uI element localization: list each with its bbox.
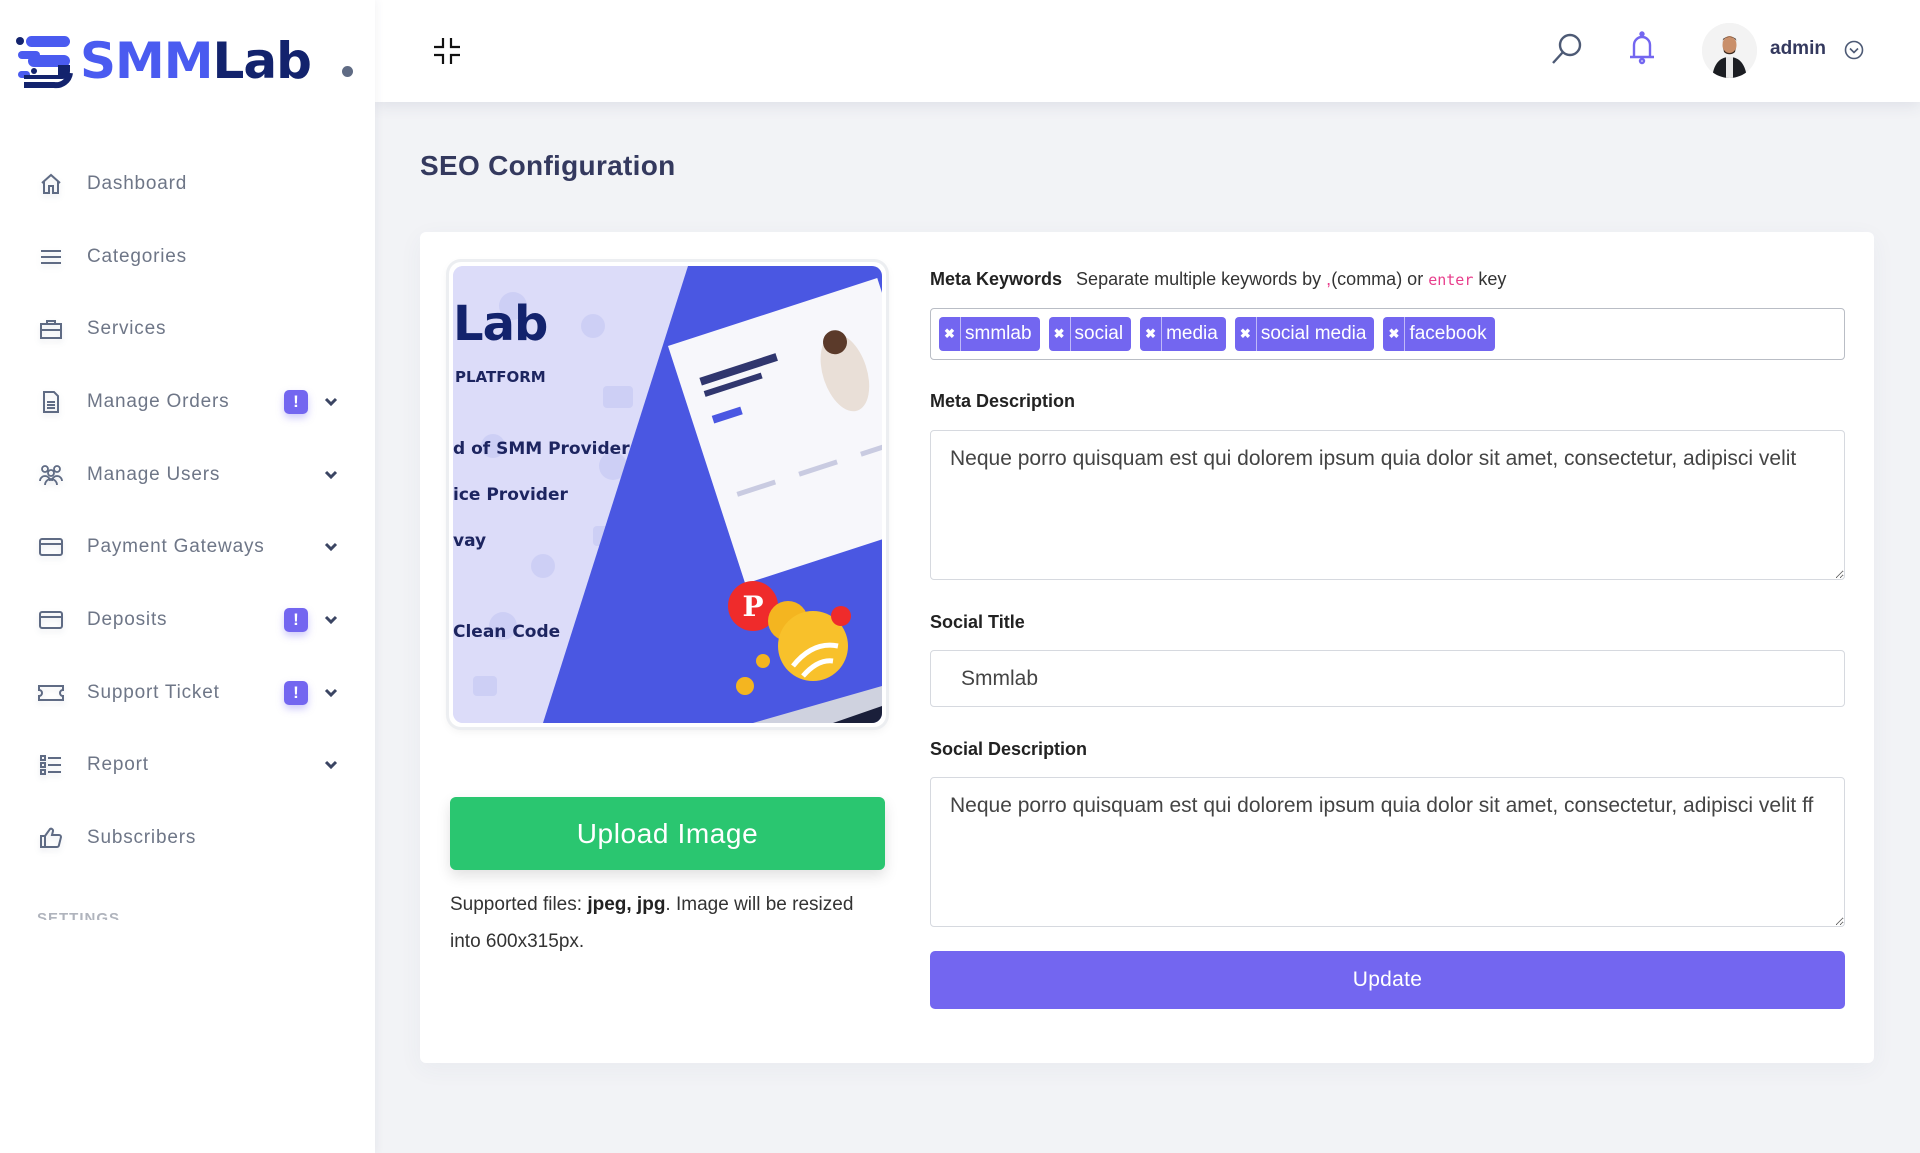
sidebar-item-label: Manage Users (87, 464, 221, 485)
sidebar-item-label: Payment Gateways (87, 536, 265, 557)
brand-name-part1: SMM (80, 32, 214, 90)
sidebar-item-label: Manage Orders (87, 391, 230, 412)
keyword-tag: ✖ media (1140, 317, 1226, 351)
keyword-tag: ✖ smmlab (939, 317, 1040, 351)
upload-image-button[interactable]: Upload Image (450, 797, 885, 870)
meta-keywords-label-text: Meta Keywords (930, 269, 1063, 289)
preview-line: PLATFORM (455, 368, 546, 386)
sidebar-toggle-dot[interactable] (342, 66, 353, 77)
sidebar-item-manage-users[interactable]: Manage Users (0, 450, 375, 500)
remove-tag-icon[interactable]: ✖ (1049, 317, 1071, 351)
help-prefix: Supported files: (450, 894, 588, 915)
sidebar-item-label: Deposits (87, 609, 168, 630)
brand-logo[interactable]: SMMLab (14, 26, 312, 96)
sidebar-item-report[interactable]: Report (0, 740, 375, 790)
remove-tag-icon[interactable]: ✖ (1235, 317, 1257, 351)
sidebar-item-services[interactable]: Services (0, 304, 375, 354)
meta-keywords-hint: Separate multiple keywords by ,(comma) o… (1076, 269, 1506, 289)
meta-description-textarea[interactable]: Neque porro quisquam est qui dolorem ips… (930, 430, 1845, 580)
hint-suffix: key (1473, 269, 1507, 289)
notification-bell-icon[interactable] (1627, 31, 1657, 65)
search-icon[interactable] (1550, 32, 1584, 66)
page-title: SEO Configuration (420, 150, 676, 181)
image-preview: P Lab PLATFORM d of SMM Provider ice Pro… (449, 262, 886, 727)
sidebar: SMMLab Dashboard Categories Services Man… (0, 0, 375, 1153)
alert-badge: ! (284, 608, 308, 632)
chevron-down-icon[interactable] (322, 684, 340, 702)
hint-middle: (comma) or (1331, 269, 1429, 289)
chevron-down-icon[interactable] (322, 393, 340, 411)
sidebar-item-label: Services (87, 318, 167, 339)
upload-help-text: Supported files: jpeg, jpg. Image will b… (450, 886, 870, 960)
meta-keywords-label: Meta Keywords Separate multiple keywords … (930, 269, 1506, 290)
remove-tag-icon[interactable]: ✖ (1140, 317, 1163, 351)
sidebar-item-label: Dashboard (87, 173, 188, 194)
keyword-tag: ✖ social (1048, 317, 1132, 351)
hint-prefix: Separate multiple keywords by (1076, 269, 1327, 289)
sidebar-item-deposits[interactable]: Deposits ! (0, 595, 375, 645)
avatar[interactable] (1702, 23, 1757, 78)
social-title-label: Social Title (930, 612, 1025, 632)
list-icon (38, 752, 64, 778)
sidebar-item-subscribers[interactable]: Subscribers (0, 813, 375, 863)
preview-line: ice Provider (453, 485, 568, 505)
chevron-down-icon[interactable] (322, 611, 340, 629)
menu-lines-icon (38, 244, 64, 270)
chevron-down-icon[interactable] (322, 538, 340, 556)
sidebar-item-label: Report (87, 754, 149, 775)
preview-line: vay (453, 531, 487, 551)
sidebar-item-manage-orders[interactable]: Manage Orders ! (0, 377, 375, 427)
sidebar-item-label: Support Ticket (87, 682, 220, 703)
sidebar-item-label: Subscribers (87, 827, 197, 848)
briefcase-icon (38, 316, 64, 342)
chevron-down-icon[interactable] (322, 466, 340, 484)
svg-text:P: P (742, 590, 763, 623)
keyword-tag: ✖ facebook (1383, 317, 1495, 351)
alert-badge: ! (284, 681, 308, 705)
brand-name-part2: Lab (212, 32, 312, 90)
sidebar-item-support-ticket[interactable]: Support Ticket ! (0, 668, 375, 718)
keyword-tag: ✖ social media (1234, 317, 1375, 351)
tag-label: facebook (1409, 323, 1487, 344)
sidebar-item-categories[interactable]: Categories (0, 232, 375, 282)
social-description-label: Social Description (930, 739, 1088, 759)
social-description-textarea[interactable]: Neque porro quisquam est qui dolorem ips… (930, 777, 1845, 927)
tag-label: social (1074, 323, 1124, 344)
chevron-down-circle-icon[interactable] (1844, 40, 1864, 60)
remove-tag-icon[interactable]: ✖ (939, 317, 961, 351)
top-bar: admin (375, 0, 1920, 102)
meta-description-label: Meta Description (930, 391, 1076, 411)
credit-card-icon (38, 607, 64, 633)
username[interactable]: admin (1770, 38, 1826, 60)
preview-line: Lab (453, 296, 548, 352)
preview-line: d of SMM Provider (453, 439, 630, 459)
logo-mark-icon (16, 36, 73, 89)
hint-code: enter (1428, 271, 1474, 289)
sidebar-item-label: Categories (87, 246, 187, 267)
home-icon (38, 171, 64, 197)
sidebar-item-payment-gateways[interactable]: Payment Gateways (0, 522, 375, 572)
social-title-input[interactable] (930, 650, 1845, 707)
meta-keywords-input[interactable]: ✖ smmlab ✖ social ✖ media ✖ social media ✖ fa… (930, 308, 1845, 360)
brand-name: SMMLab (80, 32, 312, 90)
help-formats: jpeg, jpg (587, 894, 666, 915)
users-icon (38, 462, 64, 488)
collapse-icon[interactable] (432, 36, 462, 66)
chevron-down-icon[interactable] (322, 756, 340, 774)
ticket-icon (38, 680, 64, 706)
document-icon (38, 389, 64, 415)
tag-label: smmlab (965, 323, 1032, 344)
seo-image: P Lab PLATFORM d of SMM Provider ice Pro… (453, 266, 882, 723)
thumbs-up-icon (38, 825, 64, 851)
alert-badge: ! (284, 390, 308, 414)
remove-tag-icon[interactable]: ✖ (1383, 317, 1406, 351)
tag-label: media (1166, 323, 1218, 344)
tag-label: social media (1260, 323, 1367, 344)
sidebar-item-dashboard[interactable]: Dashboard (0, 159, 375, 209)
credit-card-icon (38, 534, 64, 560)
seo-config-card: P Lab PLATFORM d of SMM Provider ice Pro… (420, 232, 1874, 1063)
preview-line: Clean Code (453, 622, 561, 642)
update-button[interactable]: Update (930, 951, 1845, 1009)
sidebar-section-settings: SETTINGS (37, 910, 121, 920)
